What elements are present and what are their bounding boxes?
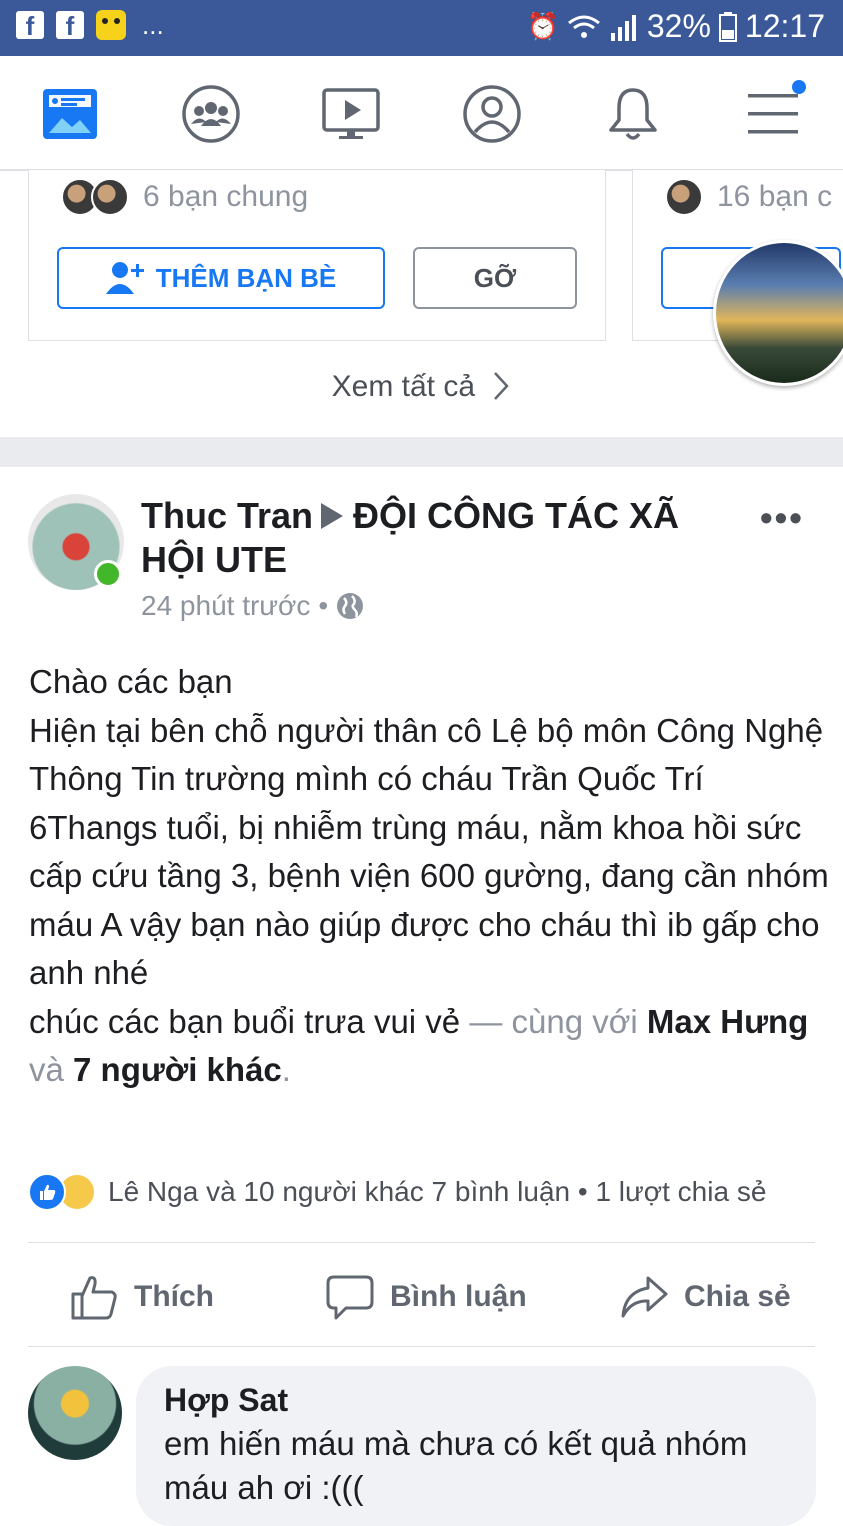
groups-icon — [182, 85, 240, 143]
add-friend-icon — [105, 262, 144, 294]
mutual-friends-count: 16 bạn c — [717, 180, 833, 213]
watch-tab[interactable] — [321, 84, 381, 144]
battery-percent: 32% — [646, 8, 711, 44]
post-line-2: Hiện tại bên chỗ người thân cô Lệ bộ môn… — [29, 711, 829, 992]
post-header: Thuc Tran ĐỘI CÔNG TÁC XÃ HỘI UTE — [141, 494, 701, 582]
with-prefix: — cùng với — [460, 1002, 647, 1040]
tagged-others-link[interactable]: 7 người khác — [73, 1051, 282, 1088]
reactions-text: Lê Nga và 10 người khác 7 bình luận • 1 … — [108, 1176, 767, 1207]
notifications-tab[interactable] — [603, 84, 663, 144]
see-all-label: Xem tất cả — [331, 370, 476, 403]
globe-icon — [337, 593, 364, 619]
post-line-1: Chào các bạn — [29, 663, 233, 700]
profile-tab[interactable] — [462, 84, 522, 144]
post-time[interactable]: 24 phút trước — [141, 590, 310, 622]
menu-badge — [792, 80, 806, 94]
bell-icon — [609, 88, 657, 140]
video-icon — [322, 88, 380, 139]
and-word: và — [29, 1051, 74, 1088]
post-line-3-text: chúc các bạn buổi trưa vui vẻ — [29, 1002, 461, 1040]
thumbs-up-icon — [71, 1276, 117, 1320]
emoji-app-icon — [96, 10, 126, 40]
wifi-icon — [567, 15, 600, 38]
battery-icon — [718, 11, 737, 42]
comment-bubble: Hợp Sat em hiến máu mà chưa có kết quả n… — [136, 1366, 816, 1526]
news-feed-icon — [43, 89, 97, 139]
remove-label: GỠ — [473, 262, 517, 293]
share-icon — [621, 1276, 668, 1318]
more-notifications: ... — [142, 10, 164, 40]
like-label: Thích — [134, 1280, 214, 1313]
mutual-friends-count: 6 bạn chung — [143, 180, 309, 213]
friend-suggestion-card: 6 bạn chung THÊM BẠN BÈ GỠ — [28, 170, 606, 341]
like-reaction-icon — [28, 1173, 66, 1211]
chat-head-bubble[interactable] — [713, 240, 843, 386]
mutual-friend-avatar — [665, 178, 703, 216]
meta-separator: • — [318, 590, 329, 621]
remove-suggestion-button[interactable]: GỠ — [413, 247, 577, 309]
post-options-button[interactable]: ••• — [760, 497, 804, 539]
clock: 12:17 — [744, 8, 825, 44]
add-friend-button[interactable]: THÊM BẠN BÈ — [57, 247, 385, 309]
comment-icon — [326, 1275, 374, 1320]
top-nav — [0, 56, 843, 171]
post-author[interactable]: Thuc Tran — [141, 495, 313, 536]
comment-text: em hiến máu mà chưa có kết quả nhóm máu … — [164, 1425, 748, 1506]
section-divider — [0, 437, 843, 467]
like-button[interactable]: Thích — [70, 1272, 214, 1322]
commenter-avatar[interactable] — [28, 1366, 122, 1460]
tagged-friend-link[interactable]: Max Hưng — [647, 1003, 808, 1040]
mutual-friend-avatar — [91, 178, 129, 216]
menu-tab[interactable] — [744, 80, 806, 144]
comment-label: Bình luận — [390, 1280, 527, 1313]
separator-line-2 — [28, 1346, 815, 1347]
commenter-name[interactable]: Hợp Sat — [164, 1382, 288, 1419]
signal-icon — [610, 14, 636, 41]
add-friend-label: THÊM BẠN BÈ — [155, 262, 337, 293]
groups-tab[interactable] — [181, 84, 241, 144]
profile-icon — [463, 85, 521, 143]
see-all-link[interactable]: Xem tất cả — [0, 370, 843, 404]
comment-button[interactable]: Bình luận — [326, 1272, 527, 1322]
facebook-notification-icon: f — [16, 11, 44, 41]
share-button[interactable]: Chia sẻ — [620, 1272, 791, 1322]
online-indicator — [94, 560, 122, 588]
end-punct: . — [281, 1051, 291, 1088]
separator-line — [28, 1242, 815, 1243]
post-meta: 24 phút trước • — [141, 590, 364, 622]
news-feed-tab[interactable] — [40, 84, 100, 144]
share-label: Chia sẻ — [684, 1280, 791, 1313]
status-bar: f f ... ⏰ 32% 12:17 — [0, 0, 843, 56]
reactions-summary[interactable]: Lê Nga và 10 người khác 7 bình luận • 1 … — [28, 1172, 818, 1212]
post-body: Chào các bạn Hiện tại bên chỗ người thân… — [29, 658, 829, 1095]
chevron-right-icon — [494, 372, 510, 400]
facebook-notification-icon-2: f — [56, 11, 84, 41]
post-line-3: chúc các bạn buổi trưa vui vẻ — cùng với… — [29, 998, 829, 1095]
arrow-right-icon — [321, 503, 344, 529]
alarm-icon: ⏰ — [526, 11, 559, 41]
